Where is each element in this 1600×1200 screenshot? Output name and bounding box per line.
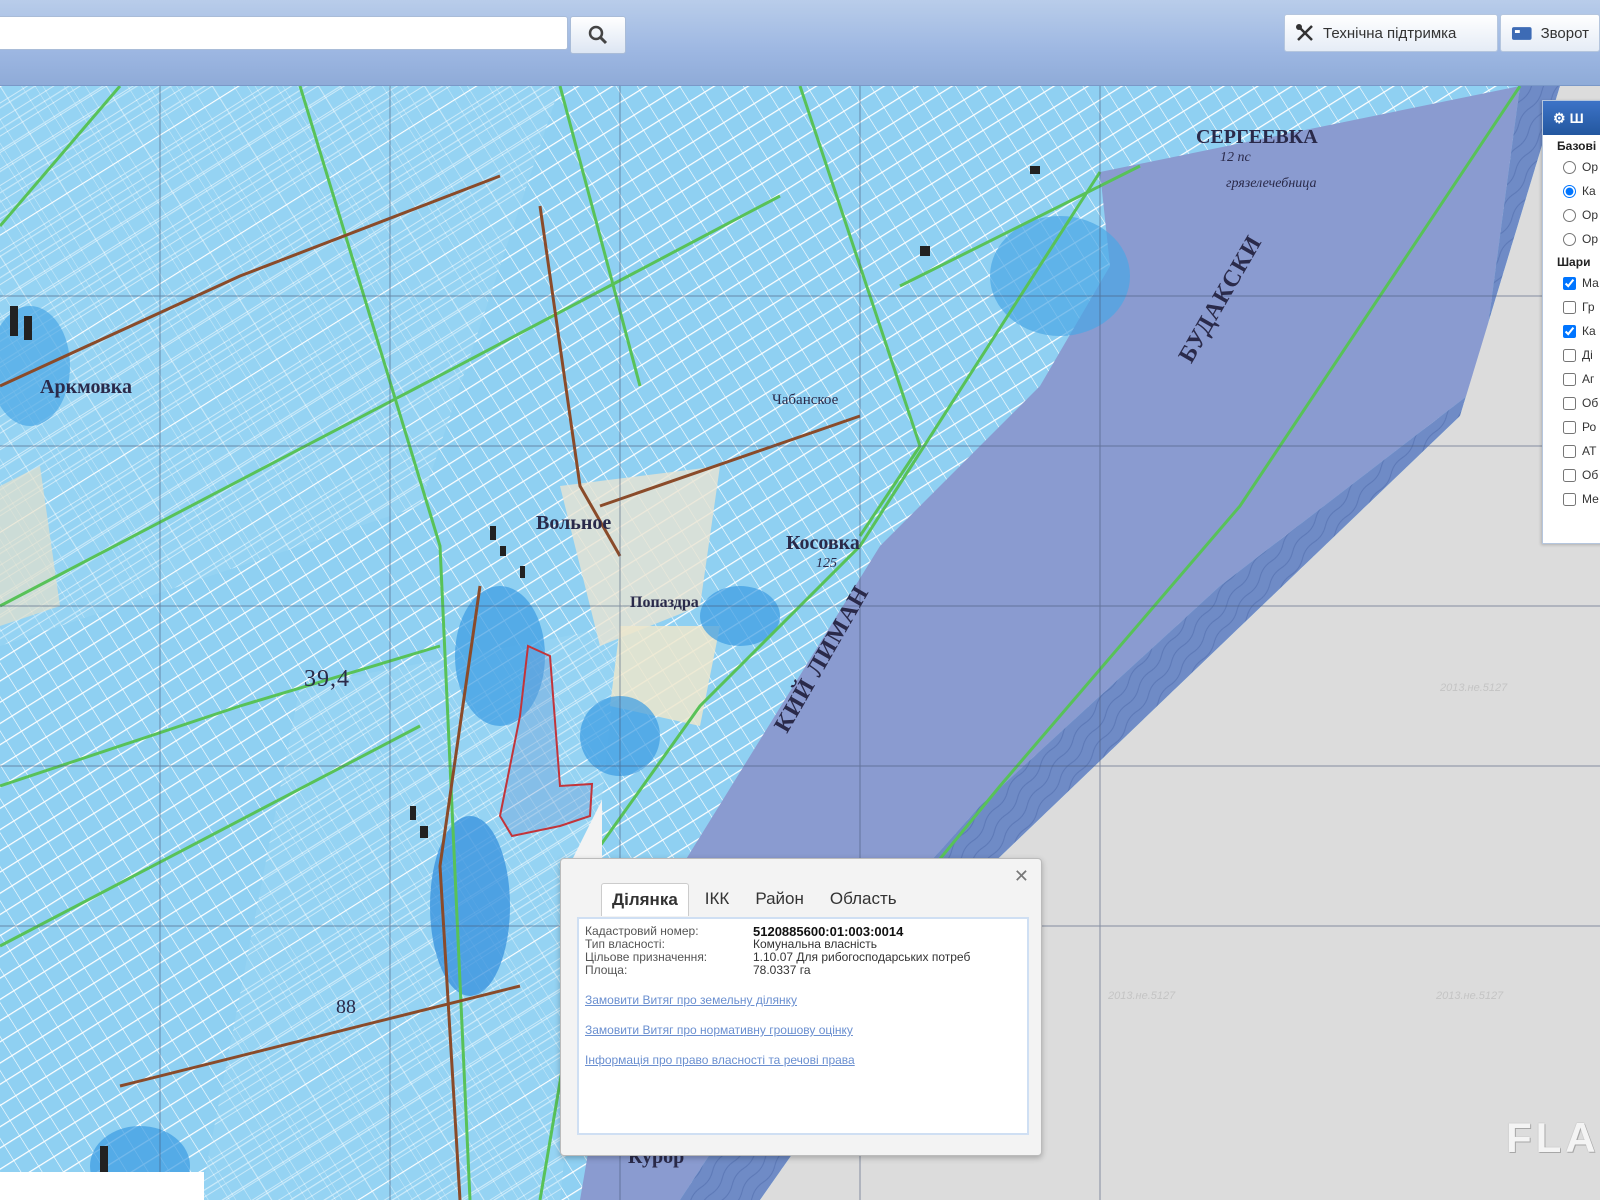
watermark: 2013.не.5127 [1108,990,1176,1002]
base-layers-heading: Базові [1557,139,1597,153]
overlay-layer-option[interactable]: Ка [1543,319,1600,343]
label-kosovka: Косовка [786,532,860,554]
flash-logo: FLA [1506,1114,1600,1161]
overlay-layer-option[interactable]: Аг [1543,367,1600,391]
overlay-layer-option[interactable]: Гр [1543,295,1600,319]
popup-pointer [572,800,602,860]
label-elevation-88: 88 [336,996,356,1018]
base-layer-label: Ор [1582,160,1599,174]
overlay-layer-checkbox[interactable] [1563,300,1576,314]
overlay-layer-label: Ма [1582,276,1599,290]
overlay-layer-checkbox[interactable] [1563,348,1576,362]
base-layer-option[interactable]: Ор [1543,227,1600,251]
overlay-layer-checkbox[interactable] [1563,444,1576,458]
popup-link[interactable]: Замовити Витяг про нормативну грошову оц… [585,1023,1021,1037]
label-kosovka-sub: 125 [816,556,837,571]
overlay-layers-heading: Шари [1557,255,1591,269]
search-input[interactable] [0,16,568,50]
popup-tab[interactable]: Район [745,883,814,916]
feedback-button[interactable]: Зворот [1500,14,1600,52]
overlay-layer-label: Ді [1582,348,1593,362]
label-chabanskoe: Чабанское [772,392,839,408]
overlay-layer-checkbox[interactable] [1563,468,1576,482]
close-icon[interactable]: ✕ [1014,867,1029,885]
parcel-info-popup: ✕ Ділянка ІКК Район Область Кадастровий ном… [560,858,1042,1156]
tools-icon [1296,24,1313,41]
base-layer-label: Ор [1582,208,1599,222]
popup-tab[interactable]: ІКК [695,883,740,916]
overlay-layer-label: Аг [1582,372,1595,386]
popup-link[interactable]: Замовити Витяг про земельну ділянку [585,993,1021,1007]
overlay-layer-checkbox[interactable] [1563,492,1576,506]
base-layer-label: Ор [1582,232,1599,246]
overlay-layer-option[interactable]: Об [1543,463,1600,487]
overlay-layer-label: Ка [1582,324,1596,338]
overlay-layer-checkbox[interactable] [1563,372,1576,386]
label-sergeevka: СЕРГЕЕВКА [1196,126,1318,148]
base-layer-radio[interactable] [1563,208,1576,222]
layers-title: Ш [1569,110,1584,126]
feedback-icon [1511,27,1532,40]
base-layer-radio[interactable] [1563,184,1576,198]
popup-body: Кадастровий номер: 5120885600:01:003:0014… [577,917,1029,1135]
base-layer-radio[interactable] [1563,160,1576,174]
layers-header[interactable]: ⚙ Ш [1543,101,1600,135]
label-sergeevka-sub: 12 пс [1220,150,1251,165]
search-icon [588,25,608,45]
popup-link[interactable]: Інформація про право власності та речові… [585,1053,1021,1067]
tech-support-button[interactable]: Технічна підтримка [1284,14,1498,52]
status-strip [0,1172,204,1200]
overlay-layer-option[interactable]: АТ [1543,439,1600,463]
popup-tab[interactable]: Ділянка [601,883,689,916]
field-value: 78.0337 га [753,963,811,977]
base-layer-option[interactable]: Ка [1543,179,1600,203]
gear-icon: ⚙ [1553,109,1566,126]
overlay-layer-checkbox[interactable] [1563,420,1576,434]
base-layer-option[interactable]: Ор [1543,155,1600,179]
overlay-layer-label: Об [1582,396,1599,410]
layers-panel: ⚙ Ш Базові Ор Ка Ор Ор Шари Ма Гр Ка Ді Аг Об Ро А… [1542,100,1600,544]
overlay-layer-option[interactable]: Ме [1543,487,1600,511]
base-layer-radio[interactable] [1563,232,1576,246]
label-arkovka: Аркмовка [40,376,132,398]
base-layer-label: Ка [1582,184,1596,198]
label-mud-bath: грязелечебница [1226,176,1317,191]
overlay-layer-checkbox[interactable] [1563,324,1576,338]
overlay-layer-label: Ро [1582,420,1597,434]
label-popazdra: Попаздра [630,594,699,611]
watermark: 2013.не.5127 [1436,990,1504,1002]
tech-support-label: Технічна підтримка [1323,24,1457,42]
overlay-layer-checkbox[interactable] [1563,396,1576,410]
overlay-layer-option[interactable]: Ді [1543,343,1600,367]
overlay-layer-label: Об [1582,468,1599,482]
overlay-layer-option[interactable]: Ро [1543,415,1600,439]
top-toolbar: Технічна підтримка Зворот [0,0,1600,86]
base-layer-option[interactable]: Ор [1543,203,1600,227]
watermark: 2013.не.5127 [1440,682,1508,694]
popup-tabs: Ділянка ІКК Район Область [601,883,907,916]
parcel-info-grid: Кадастровий номер: 5120885600:01:003:0014… [585,925,1021,977]
overlay-layer-label: Ме [1582,492,1599,506]
overlay-layer-checkbox[interactable] [1563,276,1576,290]
popup-tab[interactable]: Область [820,883,907,916]
search-button[interactable] [570,16,626,54]
feedback-label: Зворот [1540,24,1589,42]
field-label: Площа: [585,963,628,977]
overlay-layer-option[interactable]: Ма [1543,271,1600,295]
overlay-layer-label: Гр [1582,300,1595,314]
label-elevation-394: 39,4 [304,666,350,692]
overlay-layer-label: АТ [1582,444,1597,458]
label-volnoe: Вольное [536,512,612,534]
overlay-layer-option[interactable]: Об [1543,391,1600,415]
